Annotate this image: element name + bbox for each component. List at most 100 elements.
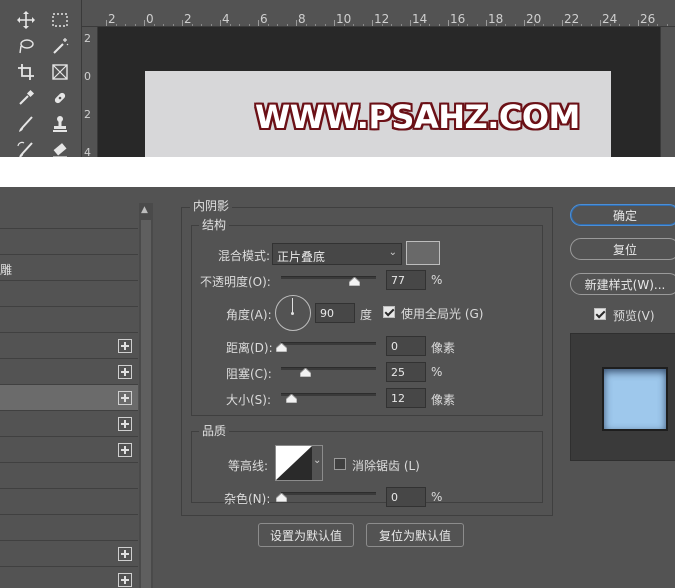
size-label: 大小(S):	[226, 393, 272, 407]
noise-slider-handle[interactable]	[276, 493, 287, 502]
choke-slider-track[interactable]	[281, 367, 376, 370]
move-icon[interactable]	[14, 8, 38, 32]
add-instance-icon[interactable]	[118, 391, 132, 405]
choke-input[interactable]: 25	[386, 362, 426, 382]
history-brush-icon[interactable]	[14, 138, 38, 157]
style-list-item[interactable]	[0, 541, 138, 567]
preview-checkbox[interactable]	[594, 308, 606, 320]
antialias-checkbox[interactable]	[334, 458, 346, 470]
quality-title: 品质	[199, 422, 230, 439]
ruler-label: 8	[298, 12, 306, 26]
new-style-button[interactable]: 新建样式(W)...	[570, 273, 675, 295]
ruler-tick	[106, 20, 107, 26]
ruler-tick	[524, 20, 525, 26]
marquee-icon[interactable]	[48, 8, 72, 32]
style-list-item[interactable]	[0, 359, 138, 385]
size-input[interactable]: 12	[386, 388, 426, 408]
global-light-checkbox[interactable]	[383, 306, 395, 318]
ruler-label: 4	[222, 12, 230, 26]
distance-input[interactable]: 0	[386, 336, 426, 356]
vertical-ruler: 2024	[82, 27, 98, 157]
size-unit: 像素	[431, 393, 456, 407]
style-list-item[interactable]	[0, 385, 138, 411]
healing-brush-icon[interactable]	[48, 86, 72, 110]
brush-icon[interactable]	[14, 112, 38, 136]
distance-slider-handle[interactable]	[276, 343, 287, 352]
layer-style-dialog: 雕 ▲ 内阴影 结构 混合模式: 正片叠底 ⌄ 不透明度(O): 77 % 角度…	[0, 187, 675, 588]
chevron-down-icon: ⌄	[388, 247, 397, 258]
eyedropper-icon[interactable]	[14, 86, 38, 110]
canvas-scrollbar[interactable]	[660, 27, 675, 157]
ruler-tick	[258, 20, 259, 26]
add-instance-icon[interactable]	[118, 365, 132, 379]
angle-input[interactable]: 90	[315, 303, 355, 323]
style-list-item[interactable]	[0, 229, 138, 255]
ruler-tick	[448, 20, 449, 26]
tools-panel	[0, 0, 82, 157]
contour-picker[interactable]: ⌄	[275, 445, 323, 481]
add-instance-icon[interactable]	[118, 573, 132, 587]
add-instance-icon[interactable]	[118, 339, 132, 353]
style-list-item[interactable]	[0, 307, 138, 333]
ruler-tick	[334, 20, 335, 26]
style-list-item[interactable]	[0, 567, 138, 588]
ruler-label: 2	[84, 32, 91, 45]
styles-list-scrollbar[interactable]: ▲	[139, 203, 153, 588]
style-preview-box	[570, 333, 675, 461]
style-list-item[interactable]	[0, 281, 138, 307]
blend-mode-select[interactable]: 正片叠底 ⌄	[272, 243, 402, 265]
shadow-color-swatch[interactable]	[406, 241, 440, 265]
lasso-icon[interactable]	[14, 34, 38, 58]
ruler-tick	[296, 20, 297, 26]
noise-unit: %	[431, 490, 443, 504]
crop-icon[interactable]	[14, 60, 38, 84]
noise-input[interactable]: 0	[386, 487, 426, 507]
style-list-item[interactable]: 雕	[0, 255, 138, 281]
stamp-icon[interactable]	[48, 112, 72, 136]
opacity-slider-handle[interactable]	[349, 277, 361, 286]
style-list-item[interactable]	[0, 515, 138, 541]
blend-mode-value: 正片叠底	[277, 250, 326, 264]
magic-wand-icon[interactable]	[48, 34, 72, 58]
opacity-input[interactable]: 77	[386, 270, 426, 290]
noise-slider-track[interactable]	[281, 492, 376, 495]
add-instance-icon[interactable]	[118, 417, 132, 431]
choke-slider-handle[interactable]	[299, 368, 311, 377]
style-list-item[interactable]	[0, 489, 138, 515]
style-list-item[interactable]	[0, 437, 138, 463]
contour-label: 等高线:	[228, 459, 269, 473]
angle-unit: 度	[360, 308, 373, 322]
document-canvas[interactable]: WWW.PSAHZ.COM	[145, 71, 611, 157]
preview-thumbnail-frame	[602, 367, 668, 431]
style-list-item[interactable]	[0, 411, 138, 437]
ruler-tick	[220, 20, 221, 26]
ok-button[interactable]: 确定	[570, 204, 675, 226]
add-instance-icon[interactable]	[118, 443, 132, 457]
angle-dial[interactable]	[275, 295, 311, 331]
global-light-label: 使用全局光 (G)	[401, 307, 484, 321]
opacity-slider-track[interactable]	[281, 276, 376, 279]
make-default-button[interactable]: 设置为默认值	[258, 523, 354, 547]
preview-swatch	[604, 369, 666, 429]
horizontal-ruler: 2 0 2 4 6 8 10 12 14 16 18 20 22 24 26	[82, 0, 675, 27]
style-list-item[interactable]	[0, 333, 138, 359]
frame-icon[interactable]	[48, 60, 72, 84]
ruler-tick	[562, 20, 563, 26]
style-list-item[interactable]	[0, 463, 138, 489]
eraser-icon[interactable]	[48, 138, 72, 157]
preview-label: 预览(V)	[613, 309, 655, 323]
styles-list: 雕	[0, 203, 138, 588]
antialias-label: 消除锯齿 (L)	[352, 459, 420, 473]
scroll-up-arrow-icon[interactable]: ▲	[141, 205, 148, 215]
ruler-label: 2	[184, 12, 192, 26]
reset-to-default-button[interactable]: 复位为默认值	[366, 523, 464, 547]
reset-button[interactable]: 复位	[570, 238, 675, 260]
ruler-label: 0	[146, 12, 154, 26]
size-slider-handle[interactable]	[285, 394, 297, 403]
add-instance-icon[interactable]	[118, 547, 132, 561]
ruler-tick	[144, 20, 145, 26]
distance-slider-track[interactable]	[281, 342, 376, 345]
style-list-item[interactable]	[0, 203, 138, 229]
scrollbar-thumb[interactable]	[141, 220, 151, 588]
ruler-label: 6	[260, 12, 268, 26]
